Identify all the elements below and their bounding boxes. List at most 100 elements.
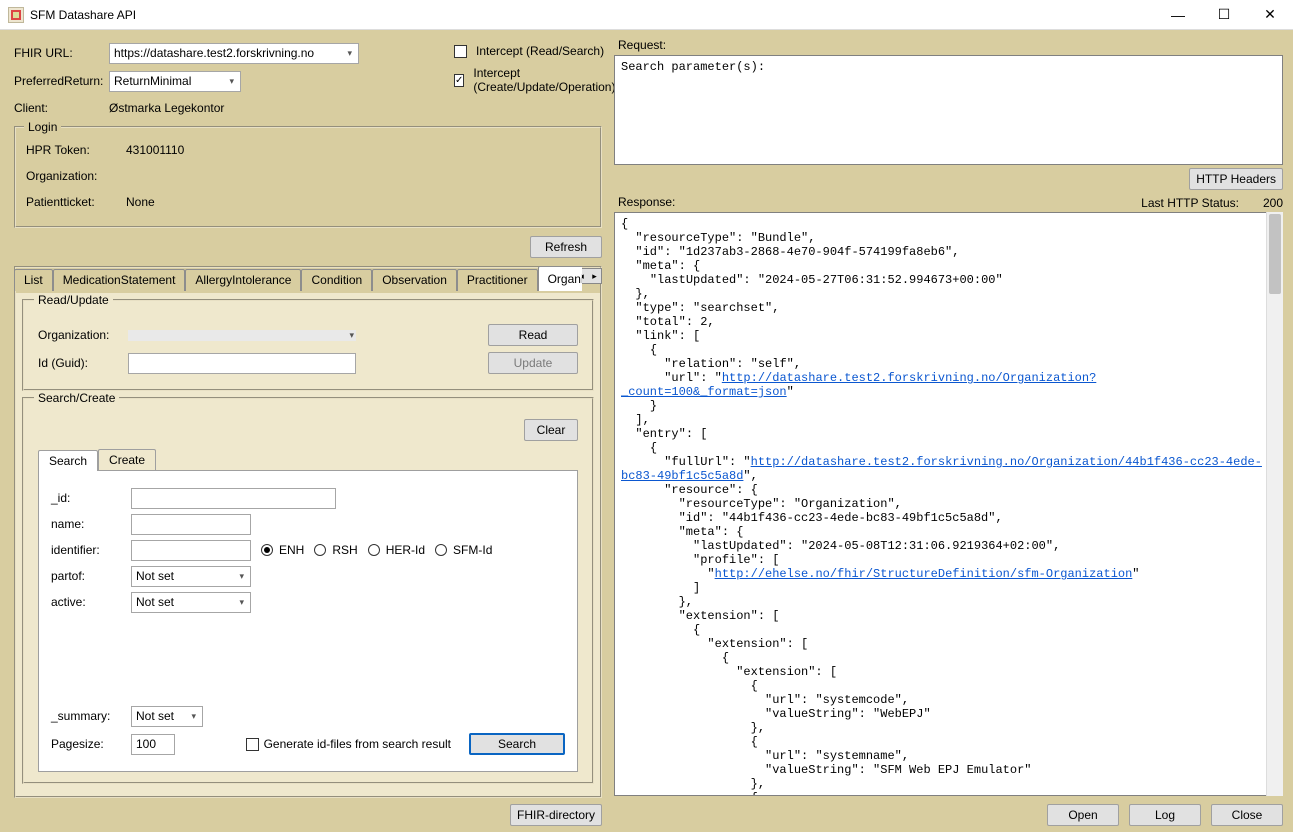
window-close-button[interactable]: ✕ [1247,0,1293,30]
identifier-label: identifier: [51,543,131,557]
name-input[interactable] [131,514,251,535]
request-text: Search parameter(s): [621,60,765,74]
preferred-return-dropdown[interactable]: ReturnMinimal ▾ [109,71,241,92]
response-line: { [621,651,1262,665]
response-line: "valueString": "SFM Web EPJ Emulator" [621,763,1262,777]
scrollbar[interactable] [1266,212,1283,796]
log-button[interactable]: Log [1129,804,1201,826]
response-line: }, [621,721,1262,735]
window-maximize-button[interactable]: ☐ [1201,0,1247,30]
response-line: "lastUpdated": "2024-05-08T12:31:06.9219… [621,539,1262,553]
partof-value: Not set [136,569,174,583]
pagesize-input[interactable] [131,734,175,755]
response-line: "meta": { [621,259,1262,273]
request-textbox[interactable]: Search parameter(s): [614,55,1283,165]
subtab-search[interactable]: Search [38,450,98,471]
response-line: "entry": [ [621,427,1262,441]
fhir-directory-button[interactable]: FHIR-directory [510,804,602,826]
response-line: "id": "44b1f436-cc23-4ede-bc83-49bf1c5c5… [621,511,1262,525]
hpr-token-label: HPR Token: [26,143,126,157]
active-value: Not set [136,595,174,609]
response-line: "resource": { [621,483,1262,497]
identifier-input[interactable] [131,540,251,561]
active-dropdown[interactable]: Not set▾ [131,592,251,613]
intercept-read-checkbox[interactable] [454,45,467,58]
response-line: { [621,343,1262,357]
tab-observation[interactable]: Observation [372,269,457,291]
open-button[interactable]: Open [1047,804,1119,826]
response-line: }, [621,287,1262,301]
id-guid-label: Id (Guid): [38,356,128,370]
response-line: "resourceType": "Bundle", [621,231,1262,245]
response-line: { [621,217,1262,231]
login-org-label: Organization: [26,169,126,183]
tab-strip: ListMedicationStatementAllergyIntoleranc… [14,266,582,291]
clear-button[interactable]: Clear [524,419,578,441]
window-minimize-button[interactable]: — [1155,0,1201,30]
read-button[interactable]: Read [488,324,578,346]
response-line: "url": "http://datashare.test2.forskrivn… [621,371,1262,399]
response-line: "extension": [ [621,609,1262,623]
response-line: "fullUrl": "http://datashare.test2.forsk… [621,455,1262,483]
patient-ticket-label: Patientticket: [26,195,126,209]
response-link[interactable]: http://ehelse.no/fhir/StructureDefinitio… [715,567,1133,581]
login-legend: Login [24,120,61,134]
search-button[interactable]: Search [469,733,565,755]
tab-allergyintolerance[interactable]: AllergyIntolerance [185,269,301,291]
close-button[interactable]: Close [1211,804,1283,826]
http-headers-button[interactable]: HTTP Headers [1189,168,1283,190]
identifier-radio-rsh[interactable] [314,544,326,556]
chevron-down-icon: ▾ [349,330,356,341]
tab-practitioner[interactable]: Practitioner [457,269,538,291]
read-update-group: Read/Update Organization: ▾ Read Id (Gui… [22,299,594,391]
response-line: "lastUpdated": "2024-05-27T06:31:52.9946… [621,273,1262,287]
scrollbar-thumb[interactable] [1269,214,1281,294]
response-link[interactable]: http://datashare.test2.forskrivning.no/O… [621,455,1262,483]
summary-value: Not set [136,709,174,723]
response-link[interactable]: http://datashare.test2.forskrivning.no/O… [621,371,1096,399]
fhir-url-dropdown[interactable]: https://datashare.test2.forskrivning.no … [109,43,359,64]
identifier-radio-enh[interactable] [261,544,273,556]
response-line: { [621,735,1262,749]
subtab-create[interactable]: Create [98,449,156,470]
response-line: "extension": [ [621,637,1262,651]
request-label: Request: [614,36,1283,55]
response-line: }, [621,595,1262,609]
tab-medicationstatement[interactable]: MedicationStatement [53,269,186,291]
tab-scroll-right[interactable]: ▸ [588,269,601,283]
chevron-down-icon: ▾ [239,571,246,582]
response-line: } [621,399,1262,413]
response-line: "resourceType": "Organization", [621,497,1262,511]
identifier-radio-label: SFM-Id [453,543,492,557]
identifier-radio-label: HER-Id [386,543,425,557]
response-line: }, [621,777,1262,791]
identifier-radio-sfm-id[interactable] [435,544,447,556]
active-label: active: [51,595,131,609]
id-guid-input[interactable] [128,353,356,374]
app-icon [8,7,24,23]
response-line: "relation": "self", [621,357,1262,371]
partof-dropdown[interactable]: Not set ▾ [131,566,251,587]
response-textbox[interactable]: { "resourceType": "Bundle", "id": "1d237… [614,212,1283,796]
tab-condition[interactable]: Condition [301,269,372,291]
patient-ticket-value: None [126,195,155,209]
response-line: { [621,441,1262,455]
update-button[interactable]: Update [488,352,578,374]
chevron-down-icon: ▾ [191,711,198,722]
hpr-token-value: 431001110 [126,143,184,157]
response-line: "id": "1d237ab3-2868-4e70-904f-574199fa8… [621,245,1262,259]
response-line: ], [621,413,1262,427]
intercept-create-checkbox[interactable] [454,74,464,87]
tab-list[interactable]: List [14,269,53,291]
identifier-radio-her-id[interactable] [368,544,380,556]
response-line: { [621,679,1262,693]
id-input[interactable] [131,488,336,509]
refresh-button[interactable]: Refresh [530,236,602,258]
response-line: "total": 2, [621,315,1262,329]
fhir-url-value: https://datashare.test2.forskrivning.no [114,46,314,60]
generate-id-files-checkbox[interactable] [246,738,259,751]
summary-dropdown[interactable]: Not set ▾ [131,706,203,727]
tab-organization[interactable]: Organization [538,266,582,291]
organization-dropdown[interactable]: ▾ [128,330,356,341]
response-line: "link": [ [621,329,1262,343]
